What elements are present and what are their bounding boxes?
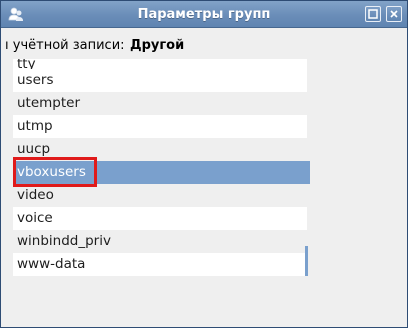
list-item-label: uucp: [17, 141, 51, 157]
list-item[interactable]: voice: [13, 207, 307, 230]
list-item[interactable]: users: [13, 69, 307, 92]
list-item[interactable]: tty: [13, 59, 307, 69]
maximize-icon: [368, 9, 378, 19]
scroll-indicator[interactable]: [305, 246, 308, 276]
list-item[interactable]: winbindd_priv: [13, 230, 307, 253]
list-item-label: utempter: [17, 95, 81, 111]
close-icon: [390, 10, 398, 18]
maximize-button[interactable]: [365, 6, 381, 22]
title-bar[interactable]: Параметры групп: [1, 1, 407, 28]
list-item[interactable]: utempter: [13, 92, 307, 115]
list-item[interactable]: video: [13, 184, 307, 207]
close-button[interactable]: [386, 6, 402, 22]
list-item-label: utmp: [17, 118, 53, 134]
list-item-label: www-data: [17, 256, 86, 272]
list-item[interactable]: utmp: [13, 115, 307, 138]
window-title: Параметры групп: [137, 7, 271, 22]
list-item[interactable]: www-data: [13, 253, 307, 276]
list-item-label: tty: [17, 59, 36, 69]
list-item-label: video: [17, 187, 54, 203]
list-item-label: winbindd_priv: [17, 233, 111, 249]
selection-highlight-box: [13, 157, 97, 187]
list-item-label: voice: [17, 210, 53, 226]
account-value: Другой: [130, 38, 185, 53]
list-item-label: users: [17, 72, 54, 88]
group-settings-window: Параметры групп ı учётной записи: Другой…: [0, 0, 408, 328]
account-label: ı учётной записи:: [5, 38, 125, 53]
